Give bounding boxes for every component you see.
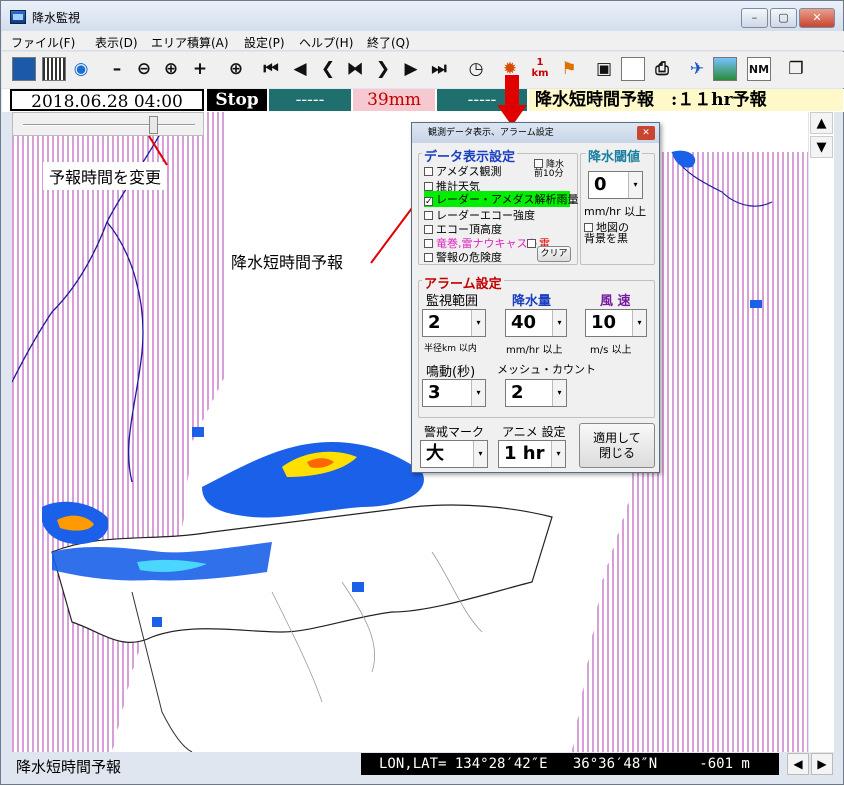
threshold-select[interactable]: 0 ▾ (588, 171, 643, 199)
warn-mark-select[interactable]: 大 ▾ (420, 440, 488, 468)
warn-mark-label: 警戒マーク (424, 425, 485, 439)
clear-button[interactable]: クリア (537, 246, 571, 262)
anime-label: アニメ 設定 (502, 425, 566, 439)
chevron-down-icon: ▾ (632, 310, 646, 336)
main-window: 降水監視 – ▢ ✕ ファイル(F) 表示(D) エリア積算(A) 設定(P) … (0, 0, 844, 785)
sound-label: 鳴動(秒) (426, 365, 476, 380)
wind-label: 風 速 (600, 294, 631, 309)
scroll-up-button[interactable]: ▲ (810, 112, 833, 134)
scroll-right-button[interactable]: ▶ (811, 753, 833, 775)
apply-close-button[interactable]: 適用して 閉じる (579, 423, 655, 468)
dialog-close-button[interactable]: ✕ (637, 126, 655, 140)
vertical-scrollbar[interactable]: ▲ ▼ (809, 112, 834, 752)
check-black-background[interactable]: 地図の 背景を黒 (584, 222, 629, 244)
threshold-unit: mm/hr 以上 (584, 205, 647, 218)
mesh-label: メッシュ・カウント (497, 363, 596, 376)
settings-dialog: 観測データ表示、アラーム設定 ✕ データ表示設定 アメダス観測 降水 前10分 … (411, 122, 660, 473)
range-unit: 半径km 以内 (424, 344, 477, 354)
chevron-down-icon: ▾ (471, 380, 485, 406)
mesh-select[interactable]: 2 ▾ (505, 379, 567, 407)
scroll-left-button[interactable]: ◀ (787, 753, 809, 775)
check-warning-risk[interactable]: 警報の危険度 (424, 249, 502, 265)
chevron-down-icon: ▾ (551, 441, 565, 467)
coordinate-readout: LON,LAT= 134°28′42″E 36°36′48″N -601 m (361, 753, 779, 775)
check-rain10[interactable]: 降水 前10分 (534, 159, 564, 179)
dialog-title: 観測データ表示、アラーム設定 (412, 123, 659, 143)
range-select[interactable]: 2 ▾ (422, 309, 486, 337)
bottom-label: 降水短時間予報 (16, 758, 122, 776)
check-amedas[interactable]: アメダス観測 (424, 163, 501, 179)
chevron-down-icon: ▾ (473, 441, 487, 467)
wind-select[interactable]: 10 ▾ (585, 309, 647, 337)
wind-unit: m/s 以上 (590, 345, 632, 356)
check-radar-amedas[interactable]: ✓ レーダー・アメダス解析雨量 (424, 191, 578, 207)
anime-select[interactable]: 1 hr ▾ (498, 440, 566, 468)
watch-range-label: 監視範囲 (426, 294, 479, 309)
chevron-down-icon: ▾ (552, 310, 566, 336)
chevron-down-icon: ▾ (552, 380, 566, 406)
sound-select[interactable]: 3 ▾ (422, 379, 486, 407)
threshold-title: 降水閾値 (586, 146, 643, 165)
rain-amount-select[interactable]: 40 ▾ (505, 309, 567, 337)
scroll-down-button[interactable]: ▼ (810, 136, 833, 158)
chevron-down-icon: ▾ (471, 310, 485, 336)
chevron-down-icon: ▾ (628, 172, 642, 198)
toolbar-arrow-shaft (505, 75, 519, 105)
rain-unit: mm/hr 以上 (506, 345, 563, 356)
slider-arrow (148, 135, 168, 166)
rain-amount-label: 降水量 (512, 294, 552, 309)
